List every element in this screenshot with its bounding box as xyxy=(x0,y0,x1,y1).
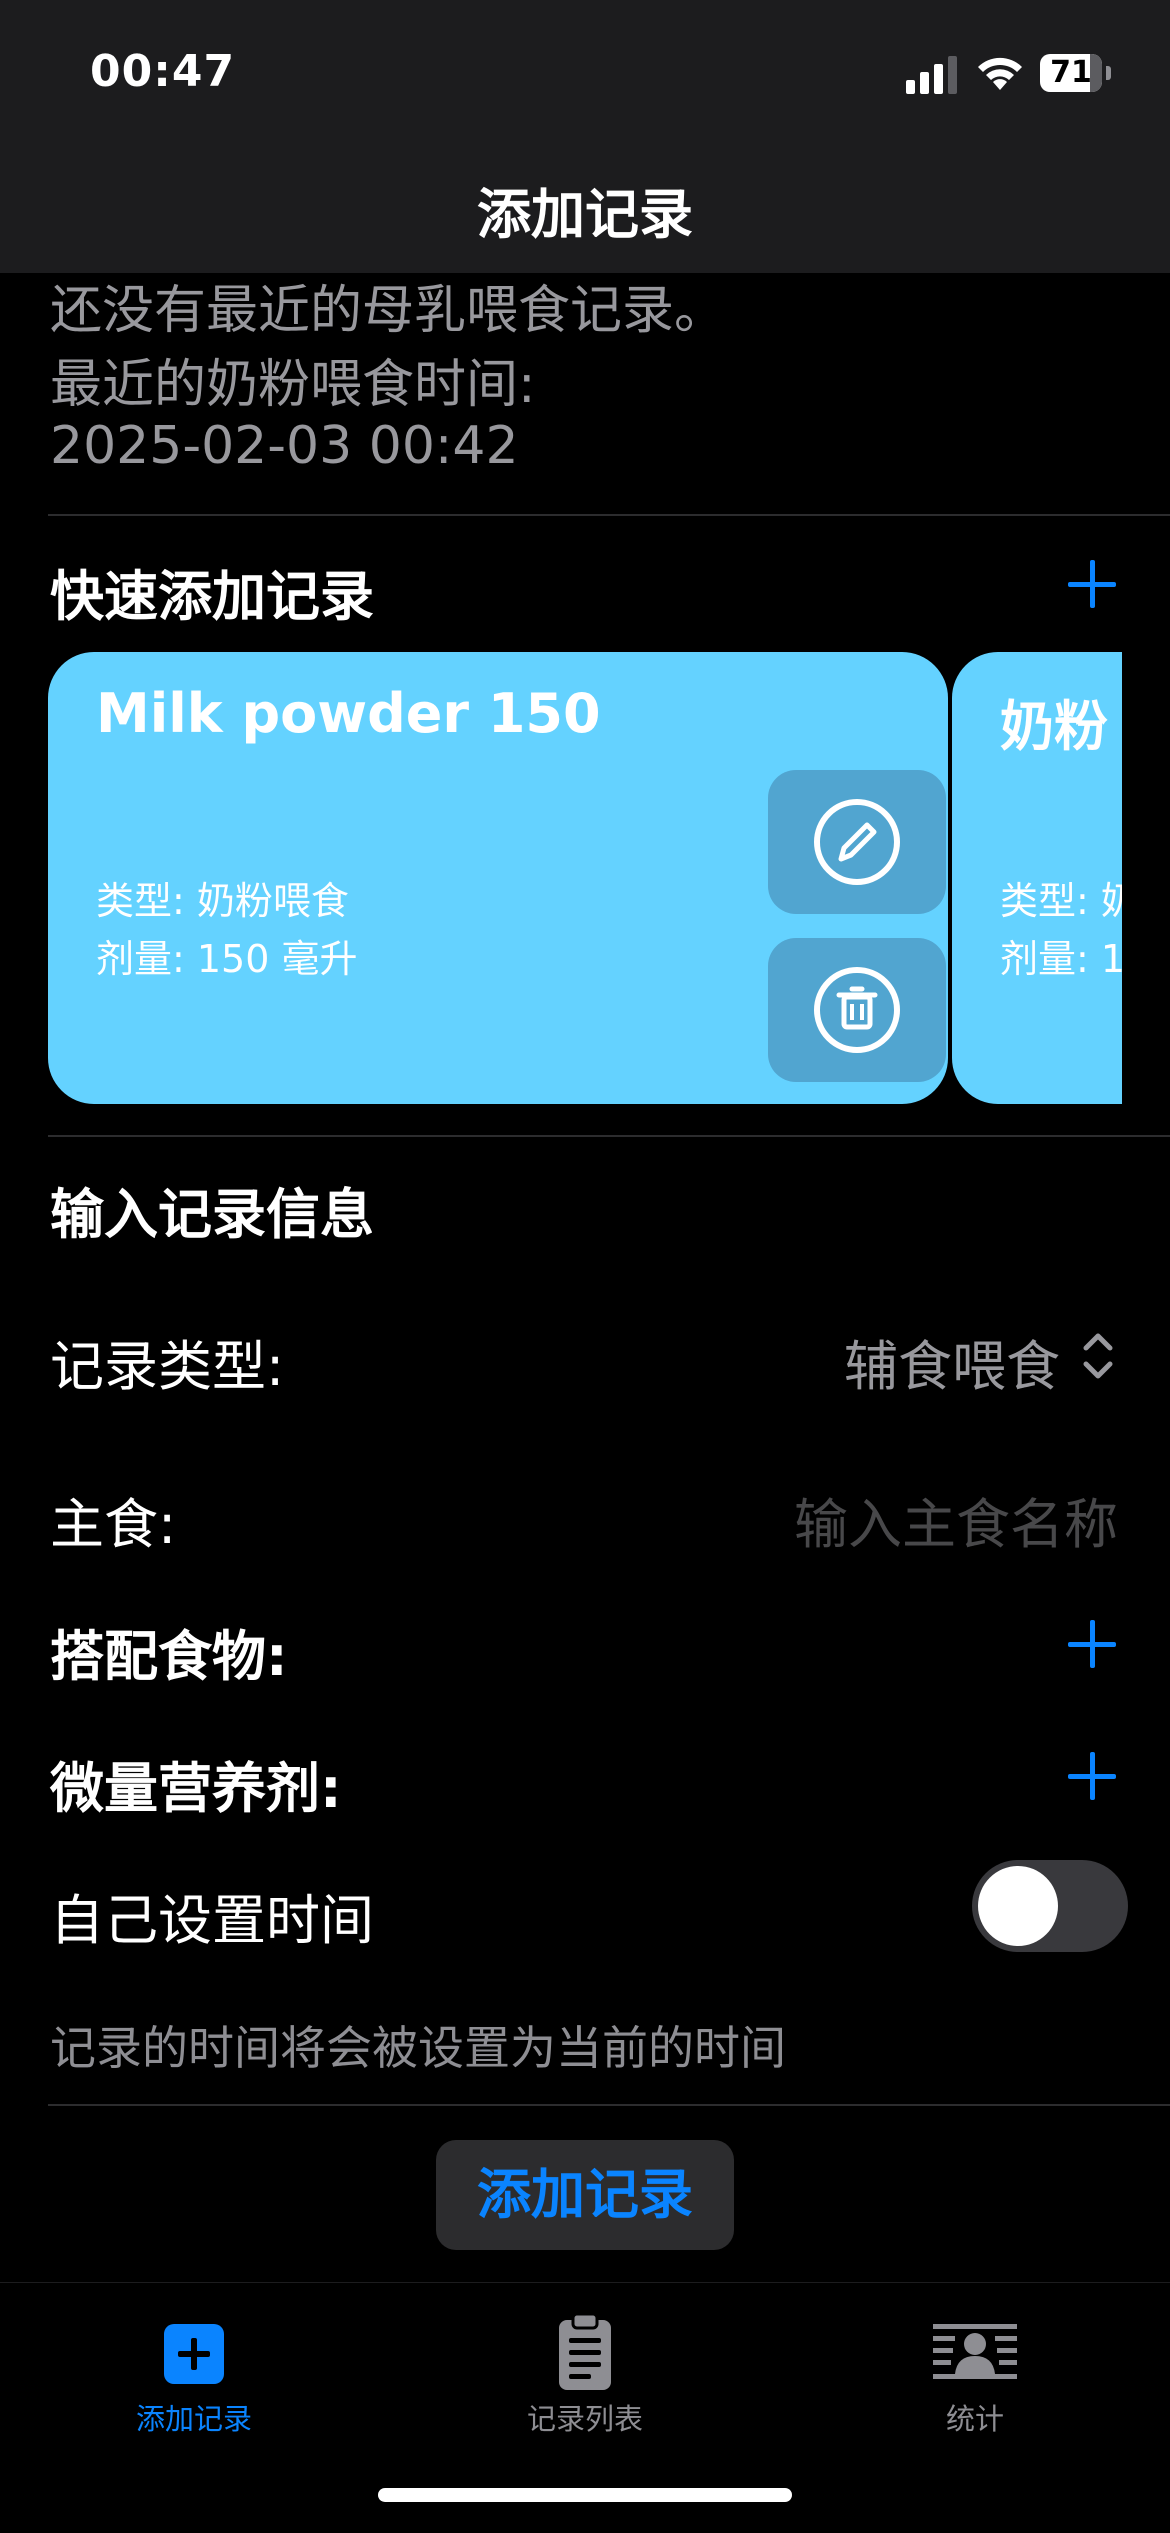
divider xyxy=(48,1135,1170,1137)
edit-button[interactable] xyxy=(768,770,946,914)
side-food-label: 搭配食物: xyxy=(50,1625,288,1688)
tab-label: 统计 xyxy=(945,2402,1004,2436)
recent-formula-time: 2025-02-03 00:42 xyxy=(50,416,519,476)
recent-breast-milk-text: 还没有最近的母乳喂食记录。 xyxy=(50,281,727,341)
pencil-circle-icon xyxy=(814,799,900,885)
battery-level-text: 71 xyxy=(1050,55,1092,90)
staple-food-label: 主食: xyxy=(50,1493,177,1556)
clipboard-icon xyxy=(559,2312,611,2390)
divider xyxy=(48,514,1170,516)
quick-record-card[interactable]: Milk powder 150 类型: 奶粉喂食 剂量: 150 毫升 xyxy=(48,652,948,1104)
cellular-signal-icon xyxy=(906,54,958,94)
plus-square-icon xyxy=(164,2324,224,2384)
quick-record-card[interactable]: 奶粉 类型: 奶 剂量: 1 xyxy=(952,652,1122,1104)
status-time: 00:47 xyxy=(90,46,236,97)
chevron-up-down-icon[interactable] xyxy=(1080,1326,1116,1386)
micronutrient-label: 微量营养剂: xyxy=(50,1757,342,1820)
person-stats-icon xyxy=(933,2324,1017,2379)
add-record-button[interactable]: 添加记录 xyxy=(436,2140,734,2250)
card-type: 类型: 奶粉喂食 xyxy=(96,879,349,923)
time-hint-text: 记录的时间将会被设置为当前的时间 xyxy=(50,2021,786,2075)
page-title: 添加记录 xyxy=(477,183,693,246)
delete-button[interactable] xyxy=(768,938,946,1082)
quick-add-plus-icon[interactable] xyxy=(1068,560,1116,608)
toggle-knob xyxy=(978,1866,1058,1946)
card-dose: 剂量: 150 毫升 xyxy=(96,937,358,981)
home-indicator xyxy=(378,2488,792,2502)
card-type: 类型: 奶 xyxy=(1000,879,1122,923)
form-title: 输入记录信息 xyxy=(50,1183,374,1246)
card-title: Milk powder 150 xyxy=(96,682,601,745)
tab-record-list[interactable]: 记录列表 xyxy=(455,2296,715,2436)
tab-statistics[interactable]: 统计 xyxy=(845,2296,1105,2436)
add-micronutrient-plus-icon[interactable] xyxy=(1068,1752,1116,1800)
battery-icon: 71 xyxy=(1040,54,1111,92)
tab-label: 记录列表 xyxy=(526,2402,643,2436)
divider xyxy=(48,2104,1170,2106)
tab-add-record[interactable]: 添加记录 xyxy=(64,2296,324,2436)
tab-label: 添加记录 xyxy=(135,2402,252,2436)
staple-food-input[interactable]: 输入主食名称 xyxy=(794,1480,1118,1559)
record-type-label: 记录类型: xyxy=(50,1335,285,1398)
trash-circle-icon xyxy=(814,967,900,1053)
add-side-food-plus-icon[interactable] xyxy=(1068,1620,1116,1668)
wifi-icon xyxy=(978,57,1022,90)
top-bar: 00:47 71 添加记录 xyxy=(0,0,1170,273)
custom-time-label: 自己设置时间 xyxy=(50,1889,374,1952)
recent-formula-label: 最近的奶粉喂食时间: xyxy=(50,355,536,415)
card-dose: 剂量: 1 xyxy=(1000,937,1122,981)
card-title: 奶粉 xyxy=(1000,695,1108,758)
custom-time-toggle[interactable] xyxy=(972,1860,1128,1952)
record-type-picker[interactable]: 辅食喂食 xyxy=(844,1322,1060,1401)
quick-add-title: 快速添加记录 xyxy=(50,565,374,628)
